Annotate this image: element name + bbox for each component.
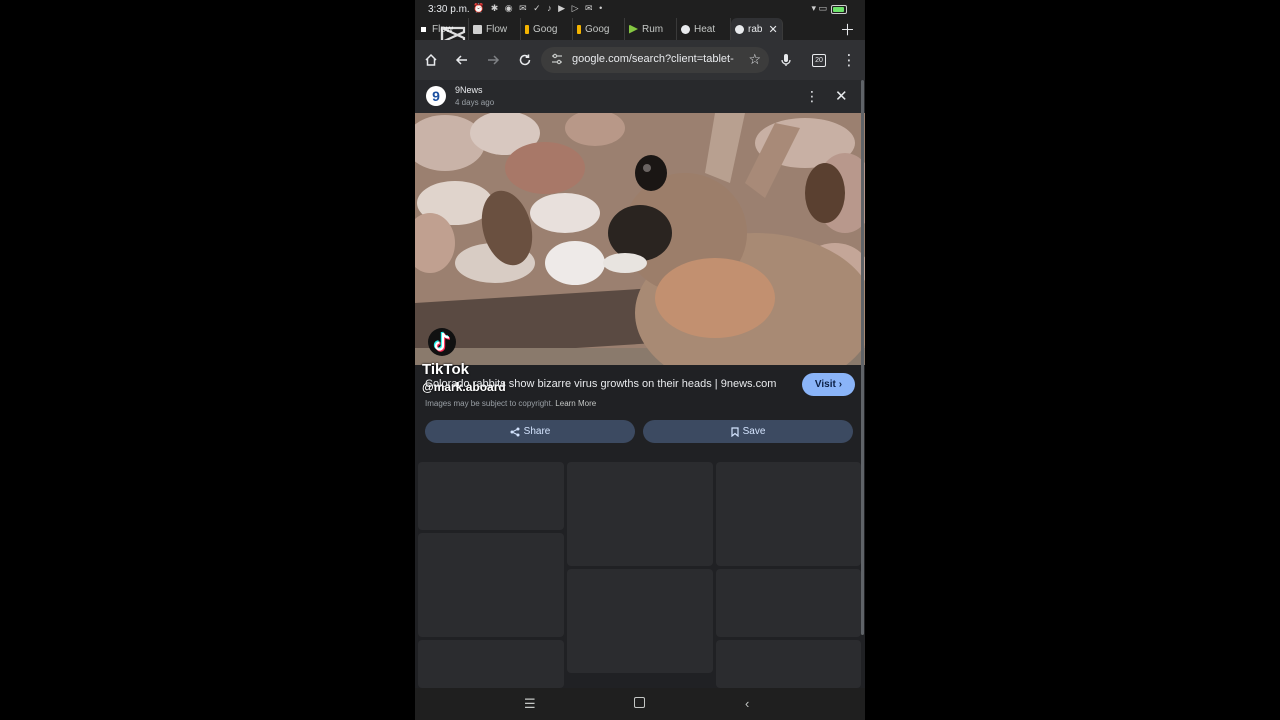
google-favicon-icon	[681, 24, 690, 34]
copyright-notice: Images may be subject to copyright. Lear…	[425, 399, 596, 408]
bookmark-icon	[730, 426, 739, 437]
more-options-icon[interactable]: ⋮	[805, 88, 819, 105]
tab-favicon-icon	[473, 24, 482, 34]
menu-dots-icon[interactable]: ⋮	[839, 50, 859, 70]
status-time: 3:30 p.m.	[428, 4, 470, 15]
recent-apps-icon[interactable]: ☰	[524, 696, 536, 712]
battery-icon	[831, 5, 847, 14]
close-icon[interactable]: ✕	[835, 87, 848, 105]
related-image-tile[interactable]	[716, 462, 861, 566]
tab-label: Rum	[642, 23, 664, 35]
home-icon[interactable]	[421, 50, 441, 70]
related-image-tile[interactable]	[567, 462, 713, 566]
back-nav-icon[interactable]: ‹	[745, 696, 749, 711]
tab-active[interactable]: rab ✕	[731, 18, 783, 40]
related-image-tile[interactable]	[567, 569, 713, 673]
source-time: 4 days ago	[455, 98, 495, 107]
phone-screen: 3:30 p.m. ⏰ ✱ ◉ ✉ ✓ ♪ ▶ ▷ ✉ • ▾ ▭ Flow F…	[415, 0, 865, 720]
tab-label: Flow	[486, 23, 508, 35]
tab-favicon-icon	[525, 24, 529, 34]
share-label: Share	[523, 426, 551, 437]
system-nav-bar: ☰ ‹	[415, 688, 865, 720]
share-button[interactable]: Share	[425, 420, 635, 443]
source-header: 9 9News 4 days ago ⋮ ✕	[415, 80, 865, 113]
tiktok-watermark: TikTok	[422, 361, 469, 378]
status-bar: 3:30 p.m. ⏰ ✱ ◉ ✉ ✓ ♪ ▶ ▷ ✉ • ▾ ▭	[415, 0, 865, 18]
source-name[interactable]: 9News	[455, 85, 483, 95]
visit-label: Visit	[814, 379, 836, 390]
new-tab-plus-icon[interactable]: ＋	[840, 19, 855, 40]
related-image-tile[interactable]	[418, 462, 564, 530]
site-settings-icon[interactable]	[551, 53, 565, 67]
home-nav-icon[interactable]	[634, 697, 645, 708]
tab-label: Goog	[585, 23, 610, 35]
tab-favicon-icon	[419, 24, 428, 34]
tab-3[interactable]: Goog	[521, 18, 573, 40]
tab-label: rab	[748, 23, 763, 35]
source-logo: 9	[426, 86, 446, 106]
learn-more-link[interactable]: Learn More	[555, 399, 596, 408]
tab-4[interactable]: Goog	[573, 18, 625, 40]
notification-icons: ⏰ ✱ ◉ ✉ ✓ ♪ ▶ ▷ ✉ •	[473, 3, 605, 13]
bookmark-star-icon[interactable]: ☆	[748, 51, 761, 68]
tab-strip: Flow Flow Goog Goog Rum Heat rab ✕	[415, 18, 865, 40]
save-label: Save	[742, 426, 766, 437]
scrollbar[interactable]	[861, 80, 864, 635]
share-icon	[510, 427, 520, 436]
save-button[interactable]: Save	[643, 420, 853, 443]
result-image[interactable]	[415, 113, 865, 365]
copyright-text: Images may be subject to copyright.	[425, 399, 554, 408]
tab-label: Heat	[694, 23, 716, 35]
microphone-icon[interactable]	[776, 50, 796, 70]
omnibox[interactable]: google.com/search?client=tablet-a ☆	[541, 47, 769, 73]
related-image-tile[interactable]	[418, 640, 564, 688]
related-image-tile[interactable]	[716, 640, 861, 688]
url-text[interactable]: google.com/search?client=tablet-a	[572, 53, 734, 65]
back-arrow-icon[interactable]	[452, 50, 472, 70]
related-image-tile[interactable]	[418, 533, 564, 637]
related-image-tile[interactable]	[716, 569, 861, 637]
tab-switcher-button[interactable]: 20	[812, 54, 826, 67]
rabbit-photo	[415, 113, 865, 365]
tiktok-logo-icon	[428, 328, 456, 356]
forward-arrow-icon[interactable]	[483, 50, 503, 70]
rumble-icon	[629, 24, 638, 34]
result-title[interactable]: Colorado rabbits show bizarre virus grow…	[425, 378, 795, 390]
image-viewer-panel: 9 9News 4 days ago ⋮ ✕ TikTok @mark.aboa…	[415, 80, 865, 688]
tab-5[interactable]: Rum	[625, 18, 677, 40]
wifi-icon: ▾ ▭	[811, 3, 827, 13]
tab-2[interactable]: Flow	[469, 18, 521, 40]
tab-close-icon[interactable]: ✕	[768, 23, 777, 36]
tab-6[interactable]: Heat	[677, 18, 731, 40]
browser-toolbar: google.com/search?client=tablet-a ☆ ⋮	[415, 40, 865, 80]
reload-icon[interactable]	[515, 50, 535, 70]
visit-button[interactable]: Visit ›	[802, 373, 855, 396]
tab-label: Goog	[533, 23, 558, 35]
tab-favicon-icon	[577, 24, 581, 34]
chevron-right-icon: ›	[838, 379, 843, 390]
google-favicon-icon	[735, 24, 744, 34]
